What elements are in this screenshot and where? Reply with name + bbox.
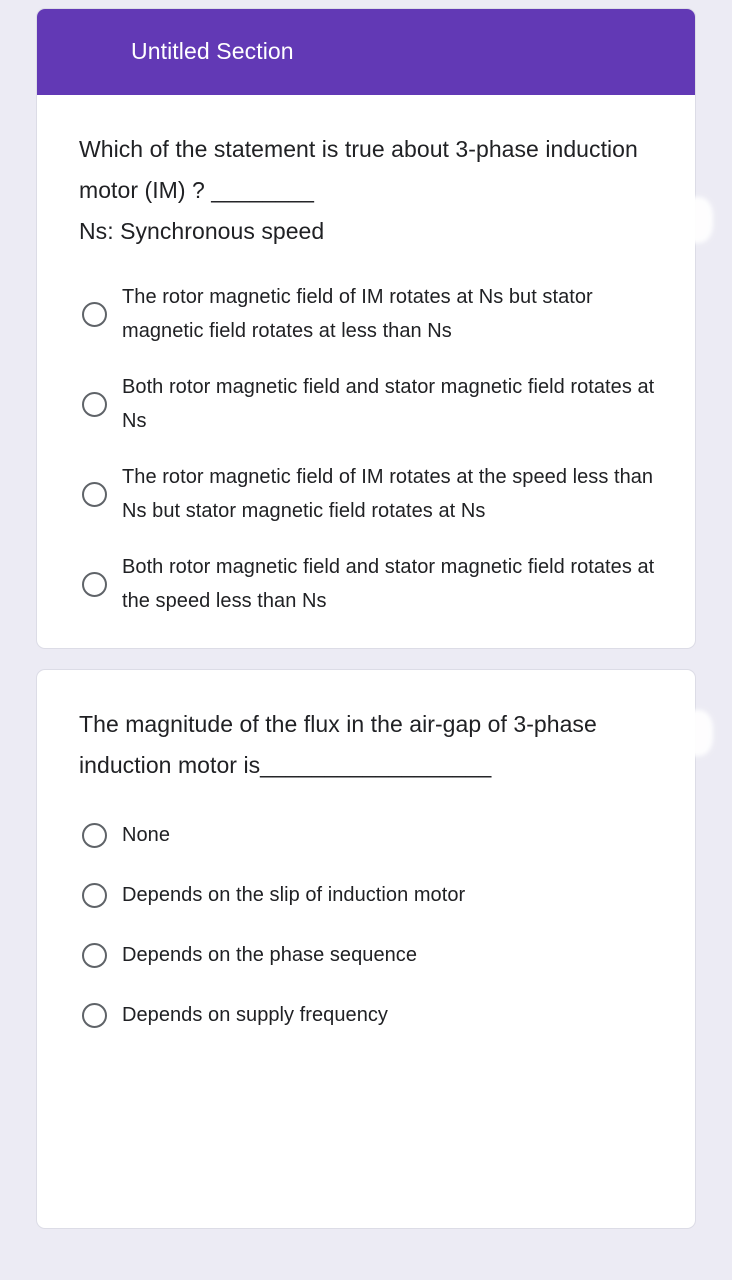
radio-button-icon[interactable] bbox=[82, 301, 107, 327]
option-label: Depends on the slip of induction motor bbox=[122, 884, 466, 906]
option-label: Depends on supply frequency bbox=[122, 1004, 388, 1026]
section-title: Untitled Section bbox=[131, 38, 294, 65]
option-row[interactable]: None bbox=[79, 820, 655, 850]
option-row[interactable]: The rotor magnetic field of IM rotates a… bbox=[79, 280, 655, 348]
option-label: The rotor magnetic field of IM rotates a… bbox=[122, 466, 654, 522]
question-card-1-body: Which of the statement is true about 3-p… bbox=[37, 95, 695, 648]
question-card-2: The magnitude of the flux in the air-gap… bbox=[36, 669, 713, 1229]
question-2-text: The magnitude of the flux in the air-gap… bbox=[79, 711, 597, 778]
section-header: Untitled Section bbox=[37, 9, 695, 95]
option-label: None bbox=[122, 824, 171, 846]
question-card-2-body: The magnitude of the flux in the air-gap… bbox=[37, 670, 695, 1090]
radio-button-icon[interactable] bbox=[82, 942, 107, 968]
option-row[interactable]: Depends on the phase sequence bbox=[79, 940, 655, 970]
question-1-options: The rotor magnetic field of IM rotates a… bbox=[79, 280, 655, 618]
radio-button-icon[interactable] bbox=[82, 822, 107, 848]
form-page: Untitled Section Which of the statement … bbox=[0, 0, 732, 1280]
question-card-1: Untitled Section Which of the statement … bbox=[36, 8, 713, 649]
option-label: The rotor magnetic field of IM rotates a… bbox=[122, 286, 593, 342]
question-2-options: None Depends on the slip of induction mo… bbox=[79, 820, 655, 1030]
question-1-text: Which of the statement is true about 3-p… bbox=[79, 136, 638, 244]
option-row[interactable]: Both rotor magnetic field and stator mag… bbox=[79, 370, 655, 438]
radio-button-icon[interactable] bbox=[82, 571, 107, 597]
option-row[interactable]: Both rotor magnetic field and stator mag… bbox=[79, 550, 655, 618]
radio-button-icon[interactable] bbox=[82, 391, 107, 417]
option-label: Depends on the phase sequence bbox=[122, 944, 418, 966]
option-label: Both rotor magnetic field and stator mag… bbox=[122, 376, 655, 432]
option-row[interactable]: Depends on supply frequency bbox=[79, 1000, 655, 1030]
option-label: Both rotor magnetic field and stator mag… bbox=[122, 556, 655, 612]
radio-button-icon[interactable] bbox=[82, 1002, 107, 1028]
option-row[interactable]: Depends on the slip of induction motor bbox=[79, 880, 655, 910]
radio-button-icon[interactable] bbox=[82, 481, 107, 507]
option-row[interactable]: The rotor magnetic field of IM rotates a… bbox=[79, 460, 655, 528]
card-side-handle[interactable] bbox=[679, 710, 713, 756]
card-side-handle[interactable] bbox=[679, 197, 713, 243]
radio-button-icon[interactable] bbox=[82, 882, 107, 908]
